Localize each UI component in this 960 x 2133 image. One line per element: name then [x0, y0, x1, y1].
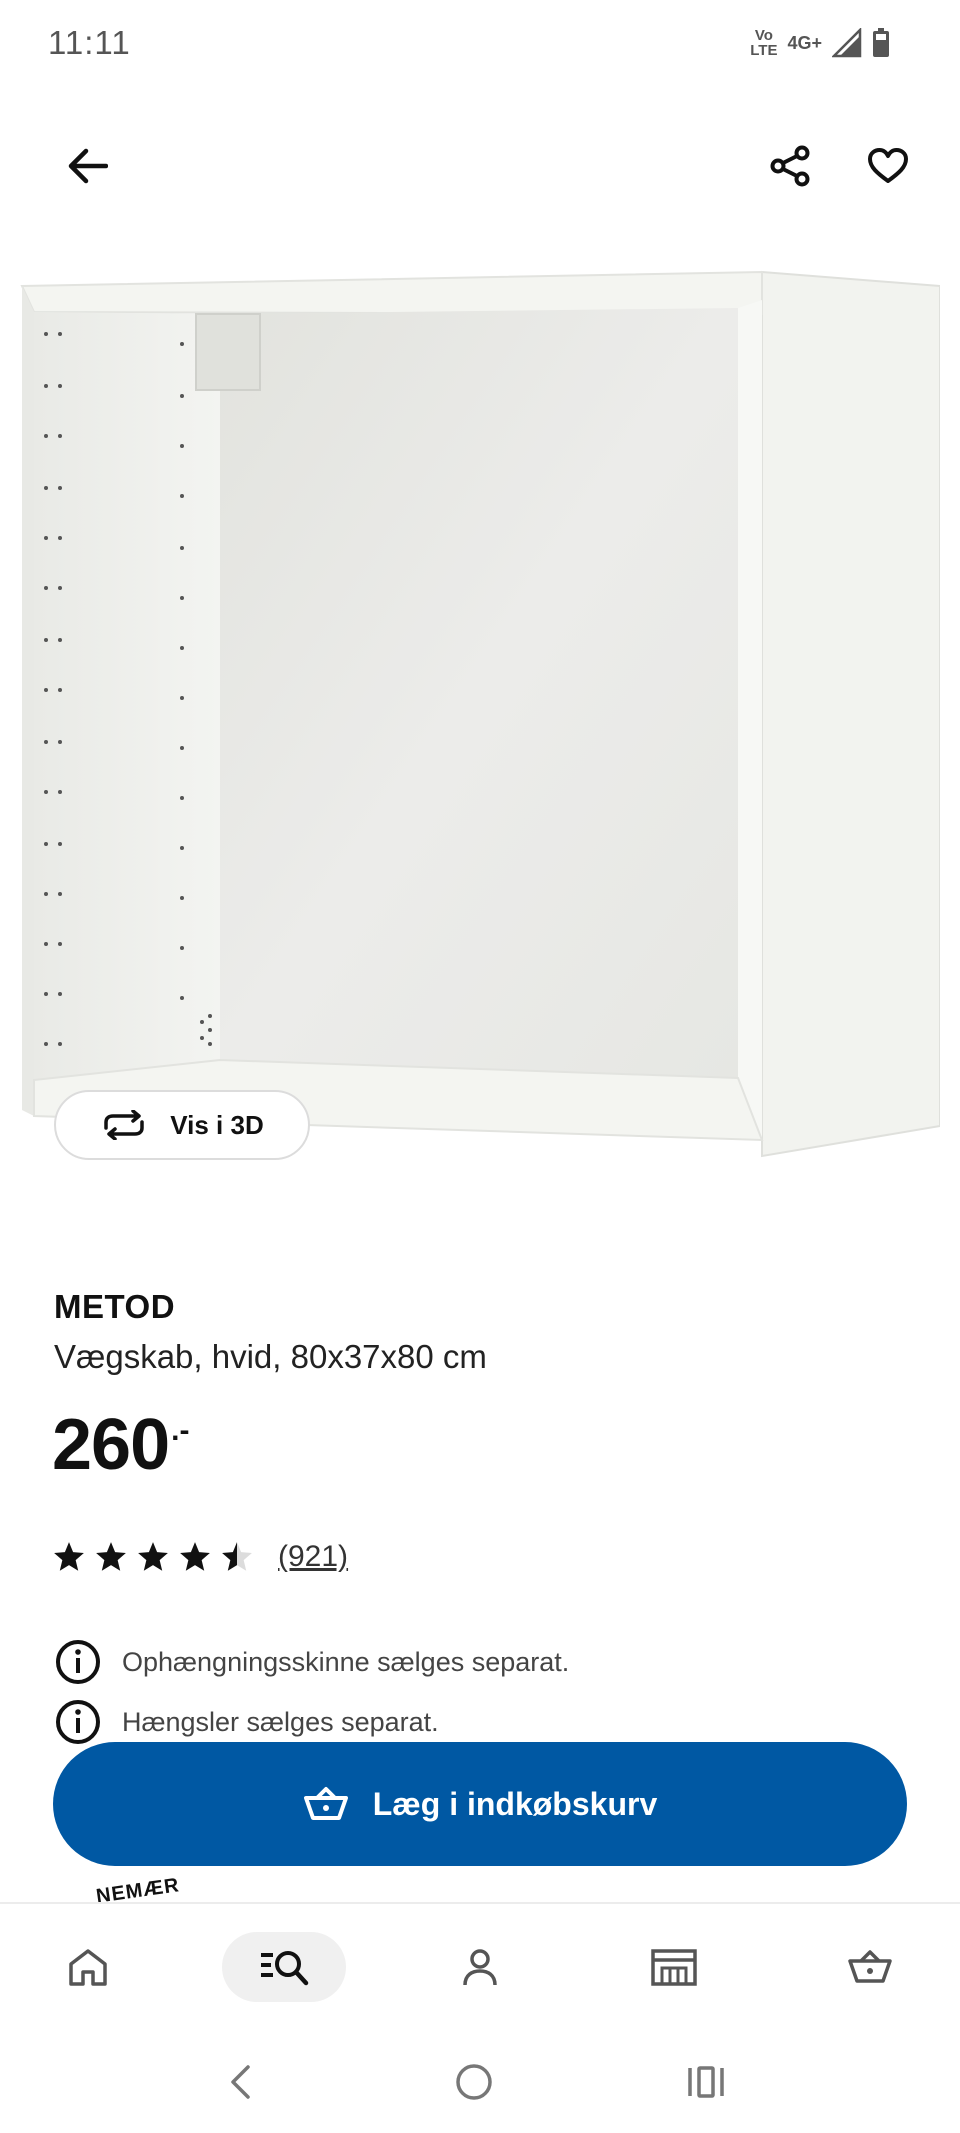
info-icon — [56, 1640, 100, 1684]
add-to-cart-label: Læg i indkøbskurv — [372, 1785, 658, 1822]
nav-basket[interactable] — [808, 1932, 932, 2002]
info-text: Ophængningsskinne sælges separat. — [122, 1646, 570, 1677]
system-home-button[interactable] — [434, 2054, 514, 2110]
product-name: METOD — [54, 1288, 176, 1325]
price-amount: 260 — [52, 1405, 170, 1485]
signal-icon — [832, 28, 862, 58]
back-icon — [231, 2065, 250, 2099]
price-suffix: .- — [171, 1414, 190, 1447]
view-3d-label: Vis i 3D — [170, 1109, 264, 1140]
volte-indicator: Vo LTE — [750, 28, 777, 58]
home-icon — [456, 2064, 492, 2100]
rotate-3d-icon — [104, 1110, 145, 1140]
add-to-cart-button[interactable]: Læg i indkøbskurv — [53, 1742, 907, 1866]
back-button[interactable] — [52, 130, 124, 202]
network-type: 4G+ — [787, 32, 822, 53]
heart-icon — [868, 148, 908, 183]
favorite-button[interactable] — [852, 130, 924, 202]
info-text: Hængsler sælges separat. — [122, 1706, 439, 1737]
info-icon — [56, 1700, 100, 1744]
price: 260 .- — [52, 1400, 189, 1490]
star-full-icon — [54, 1542, 84, 1571]
profile-icon — [463, 1949, 497, 1986]
nav-profile[interactable] — [418, 1932, 542, 2002]
system-back-button[interactable] — [200, 2054, 280, 2110]
view-3d-button[interactable]: Vis i 3D — [54, 1090, 310, 1160]
product-description: Vægskab, hvid, 80x37x80 cm — [54, 1338, 487, 1375]
share-icon — [770, 145, 810, 187]
nav-search[interactable] — [222, 1932, 346, 2002]
search-icon — [261, 1951, 309, 1986]
system-recents-button[interactable] — [666, 2054, 746, 2110]
volte-top: Vo — [754, 27, 773, 44]
volte-bottom: LTE — [750, 42, 778, 59]
basket-icon — [303, 1787, 348, 1820]
status-icons: Vo LTE 4G+ — [750, 28, 890, 58]
home-icon — [69, 1949, 107, 1986]
status-time: 11:11 — [48, 24, 131, 61]
info-row: Ophængningsskinne sælges separat. — [54, 1638, 569, 1686]
star-full-icon — [180, 1542, 210, 1571]
bottom-navigation — [0, 1902, 960, 2034]
store-icon — [651, 1949, 697, 1986]
system-navigation — [0, 2032, 960, 2133]
battery-icon — [873, 28, 889, 57]
info-row: Hængsler sælges separat. — [54, 1698, 439, 1746]
review-count-link[interactable]: (921) — [278, 1540, 348, 1574]
arrow-left-icon — [68, 148, 108, 184]
basket-icon — [848, 1950, 892, 1983]
rating-row[interactable]: (921) — [52, 1540, 348, 1574]
nav-store[interactable] — [612, 1932, 736, 2002]
share-button[interactable] — [754, 130, 826, 202]
star-half-icon — [222, 1542, 252, 1571]
nav-home[interactable] — [26, 1932, 150, 2002]
product-image[interactable] — [20, 270, 940, 1170]
star-full-icon — [96, 1542, 126, 1571]
star-full-icon — [138, 1542, 168, 1571]
recents-icon — [688, 2066, 724, 2098]
